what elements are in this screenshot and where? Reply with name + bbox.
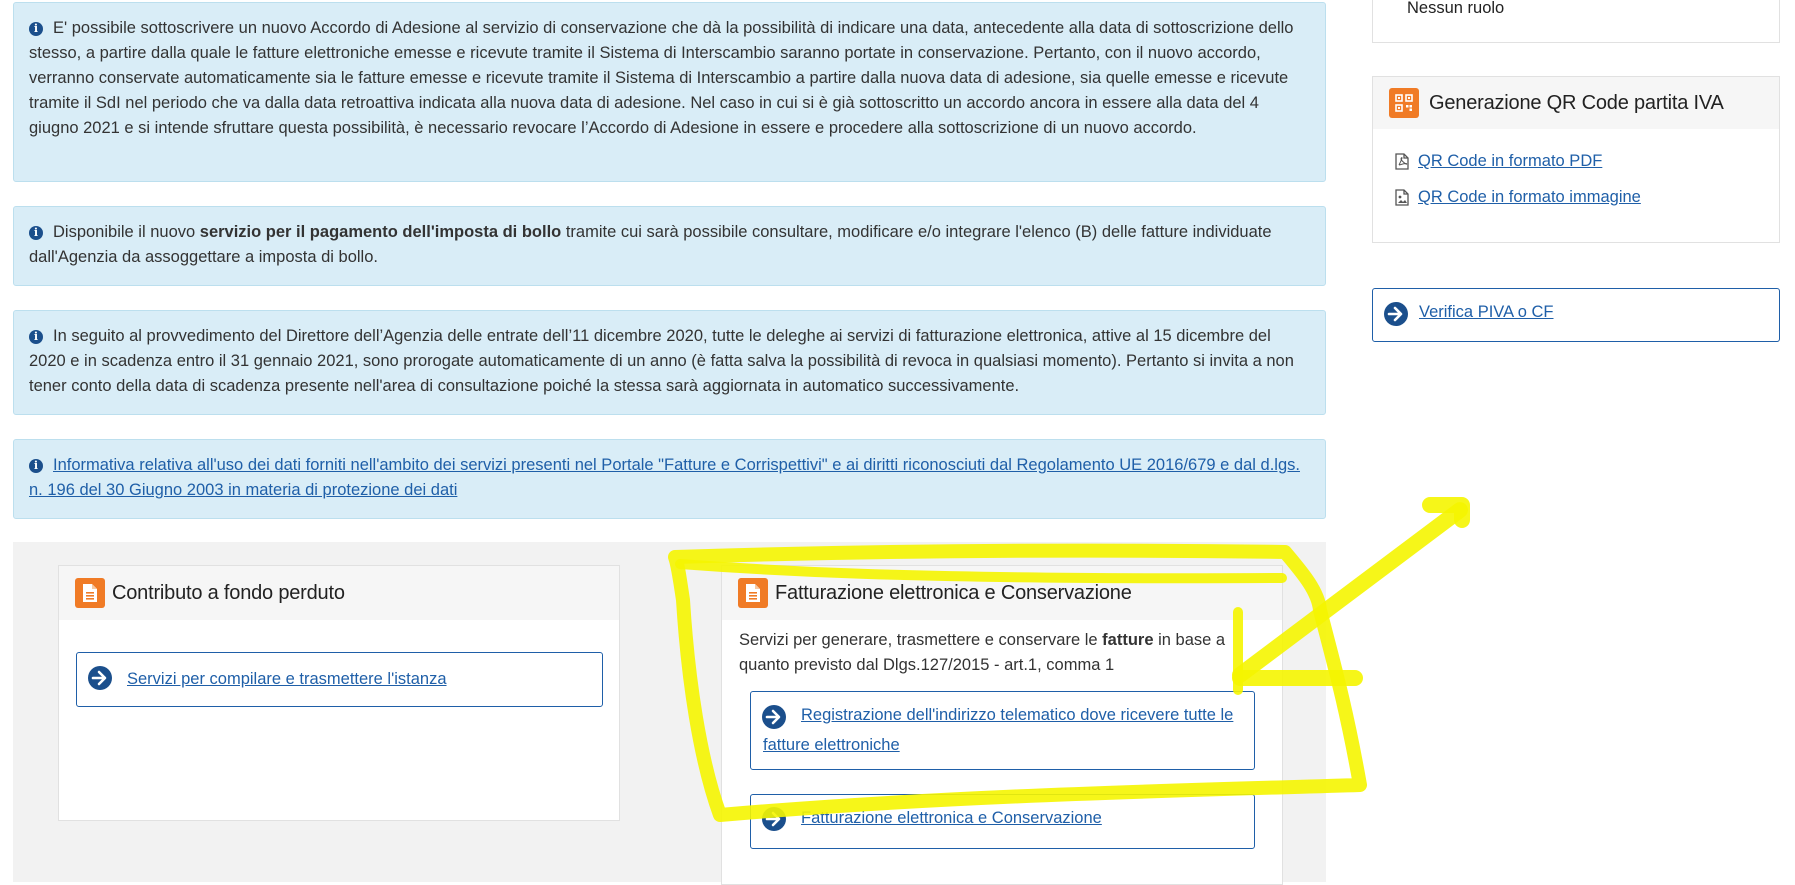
verifica-piva-button[interactable]: Verifica PIVA o CF xyxy=(1372,288,1780,342)
arrow-right-circle-icon xyxy=(762,705,786,729)
alert-conservazione-text: E' possibile sottoscrivere un nuovo Acco… xyxy=(29,19,1294,137)
servizi-istanza-link[interactable]: Servizi per compilare e trasmettere l'is… xyxy=(127,670,447,688)
arrow-right-circle-icon xyxy=(1384,302,1408,326)
card-fatturazione-header: Fatturazione elettronica e Conservazione xyxy=(722,566,1282,620)
info-icon: i xyxy=(29,22,43,36)
servizi-istanza-button[interactable]: Servizi per compilare e trasmettere l'is… xyxy=(76,652,603,707)
qr-code-title: Generazione QR Code partita IVA xyxy=(1429,91,1724,114)
alert-bollo-text-start: Disponibile il nuovo xyxy=(53,223,200,241)
card-contributo-header: Contributo a fondo perduto xyxy=(59,566,619,620)
qr-code-box: Generazione QR Code partita IVA QR Code … xyxy=(1372,76,1780,243)
pdf-file-icon xyxy=(1395,153,1409,170)
alert-conservazione: i E' possibile sottoscrivere un nuovo Acc… xyxy=(13,2,1326,182)
qr-code-header: Generazione QR Code partita IVA xyxy=(1373,77,1779,129)
alert-deleghe: i In seguito al provvedimento del Diretto… xyxy=(13,310,1326,415)
info-icon: i xyxy=(29,459,43,473)
alert-bollo: i Disponibile il nuovo servizio per il pa… xyxy=(13,206,1326,286)
qr-pdf-item[interactable]: QR Code in formato PDF xyxy=(1395,152,1602,171)
informativa-privacy-link[interactable]: Informativa relativa all'uso dei dati fo… xyxy=(29,456,1300,499)
qr-code-icon xyxy=(1389,88,1419,118)
qr-pdf-link[interactable]: QR Code in formato PDF xyxy=(1418,152,1602,171)
card-fatturazione-description: Servizi per generare, trasmettere e cons… xyxy=(739,628,1264,678)
document-icon xyxy=(738,578,768,608)
image-file-icon xyxy=(1395,189,1409,206)
role-text: Nessun ruolo xyxy=(1407,0,1505,17)
fatturazione-desc-start: Servizi per generare, trasmettere e cons… xyxy=(739,631,1103,649)
registrazione-indirizzo-button[interactable]: Registrazione dell'indirizzo telematico … xyxy=(750,691,1255,770)
role-box: Nessun ruolo xyxy=(1372,0,1780,43)
verifica-piva-link[interactable]: Verifica PIVA o CF xyxy=(1419,303,1554,322)
arrow-right-circle-icon xyxy=(762,807,786,831)
qr-image-link[interactable]: QR Code in formato immagine xyxy=(1418,188,1641,207)
alert-deleghe-text: In seguito al provvedimento del Direttor… xyxy=(29,327,1294,395)
fatturazione-conservazione-button[interactable]: Fatturazione elettronica e Conservazione xyxy=(750,794,1255,849)
card-fatturazione: Fatturazione elettronica e Conservazione… xyxy=(721,565,1283,885)
alert-bollo-bold: servizio per il pagamento dell'imposta d… xyxy=(199,223,562,241)
card-contributo-title: Contributo a fondo perduto xyxy=(112,581,345,604)
info-icon: i xyxy=(29,226,43,240)
fatturazione-desc-bold: fatture xyxy=(1102,631,1154,649)
info-icon: i xyxy=(29,330,43,344)
document-icon xyxy=(75,578,105,608)
alert-informativa: i Informativa relativa all'uso dei dati f… xyxy=(13,439,1326,519)
card-fatturazione-title: Fatturazione elettronica e Conservazione xyxy=(775,581,1132,604)
qr-image-item[interactable]: QR Code in formato immagine xyxy=(1395,188,1641,207)
fatturazione-conservazione-link[interactable]: Fatturazione elettronica e Conservazione xyxy=(801,809,1102,827)
arrow-right-circle-icon xyxy=(88,666,112,690)
registrazione-indirizzo-link[interactable]: Registrazione dell'indirizzo telematico … xyxy=(763,706,1233,754)
card-contributo: Contributo a fondo perduto Servizi per c… xyxy=(58,565,620,821)
